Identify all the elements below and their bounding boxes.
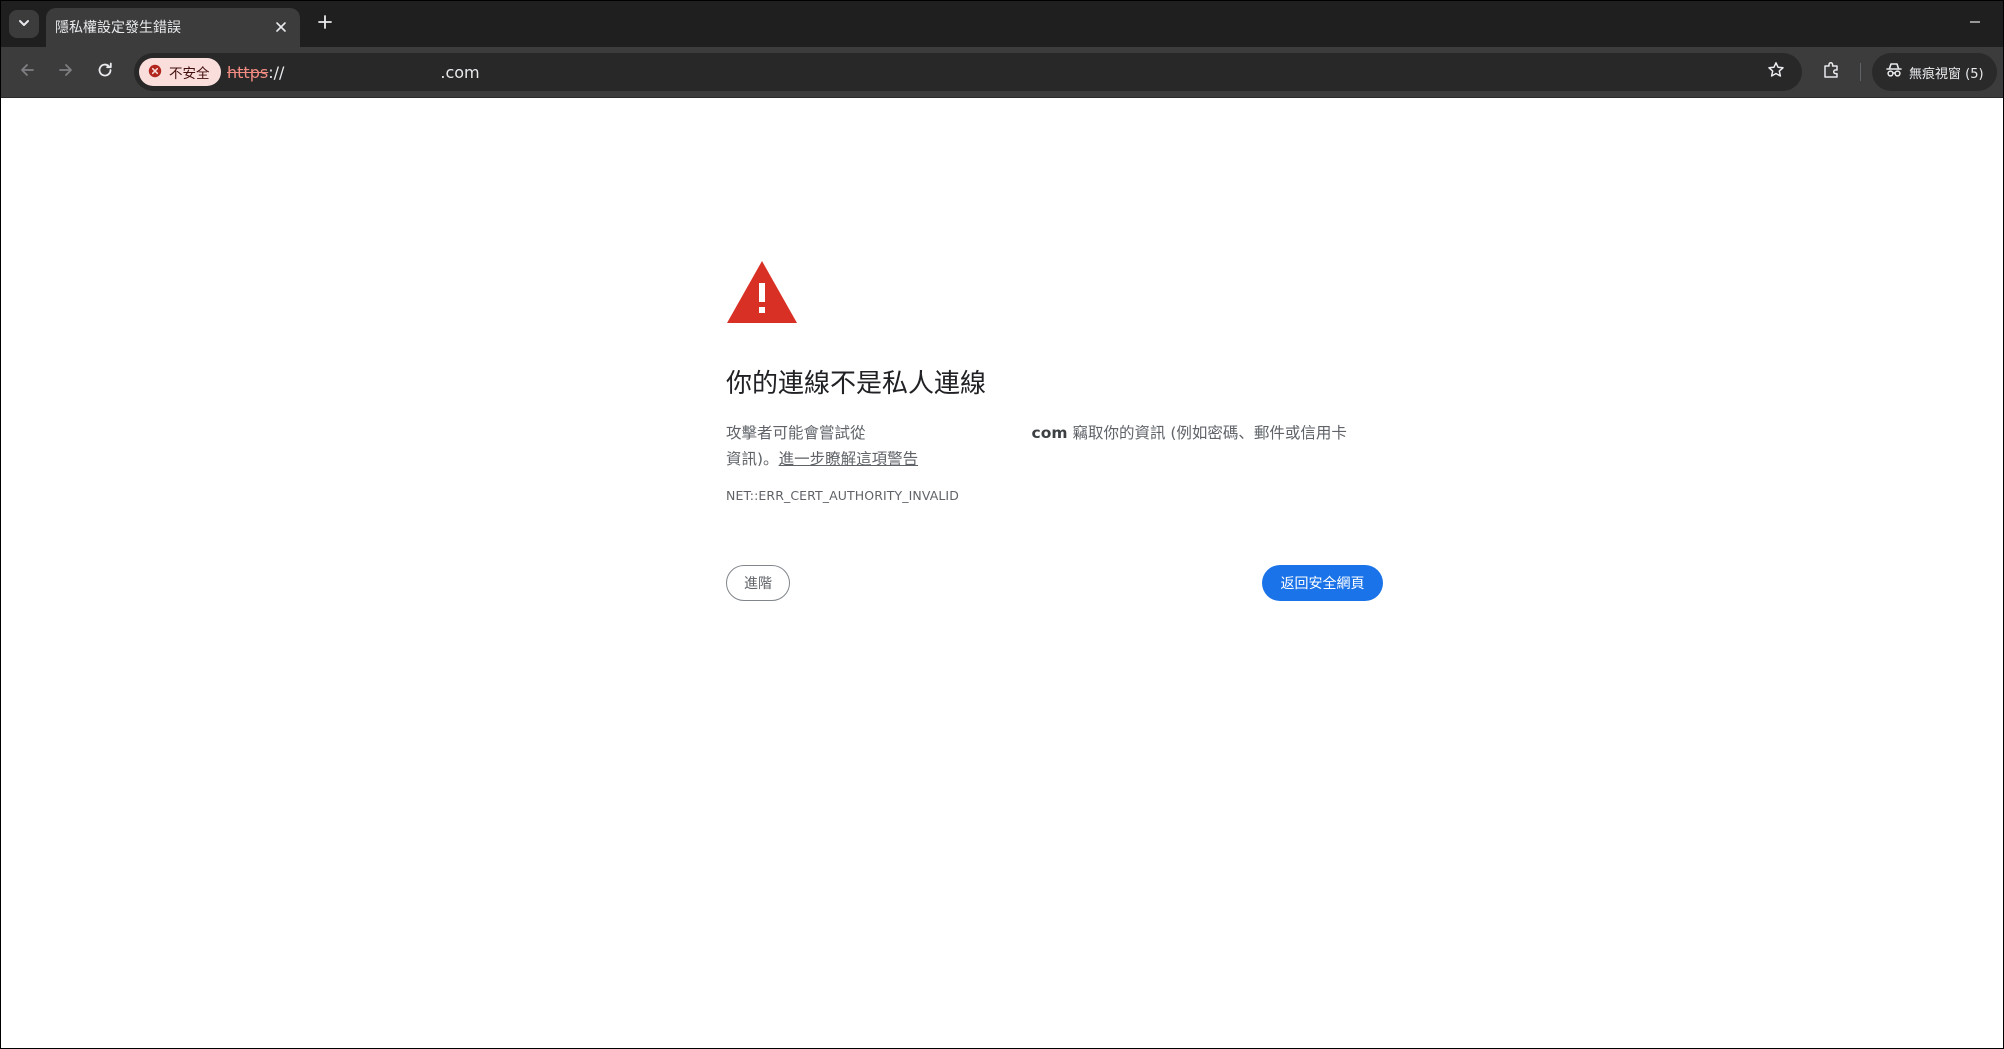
extensions-button[interactable] [1818,58,1846,86]
security-label: 不安全 [169,66,210,82]
description-line2-prefix: 資訊)。 [726,450,779,468]
description-suffix: 竊取你的資訊 (例如密碼、郵件或信用卡 [1067,424,1347,442]
tab-strip: 隱私權設定發生錯誤 [1,1,2003,47]
url-scheme: https [227,63,269,82]
description-host: com [1031,424,1068,442]
plus-icon [317,14,333,34]
incognito-icon [1885,62,1903,82]
warning-description-line2: 資訊)。進一步瞭解這項警告 [726,447,918,469]
toolbar: 不安全 https:// .com 無痕視窗 (5) [1,47,2003,98]
tab-search-button[interactable] [9,10,39,38]
learn-more-link[interactable]: 進一步瞭解這項警告 [779,450,919,468]
minimize-button[interactable] [1963,11,1987,35]
star-icon [1767,61,1785,83]
error-code: NET::ERR_CERT_AUTHORITY_INVALID [726,488,959,503]
page-title: 你的連線不是私人連線 [726,369,987,399]
address-bar[interactable]: 不安全 https:// .com [134,53,1802,91]
browser-window: 隱私權設定發生錯誤 不安全 https:// .com 無痕視窗 (5) 你的連… [1,1,2003,1048]
reload-icon [96,61,114,83]
puzzle-icon [1822,60,1842,84]
chevron-down-icon [17,15,31,34]
url-suffix: .com [440,63,480,82]
reload-button[interactable] [91,58,119,86]
warning-triangle-icon [725,259,799,329]
page-content: 你的連線不是私人連線 攻擊者可能會嘗試從 com 竊取你的資訊 (例如密碼、郵件或… [1,98,2003,1048]
url-text[interactable]: https:// .com [227,63,480,82]
tab-title: 隱私權設定發生錯誤 [55,20,181,36]
advanced-button[interactable]: 進階 [726,565,790,601]
new-tab-button[interactable] [313,12,337,36]
error-circle-icon [148,63,162,82]
minimize-icon [1968,14,1982,33]
arrow-right-icon [57,61,75,83]
close-icon[interactable] [272,18,290,36]
incognito-indicator[interactable]: 無痕視窗 (5) [1872,53,1997,91]
bookmark-button[interactable] [1764,60,1788,84]
incognito-label: 無痕視窗 (5) [1909,66,1984,82]
back-to-safety-button[interactable]: 返回安全網頁 [1262,565,1383,601]
warning-description: 攻擊者可能會嘗試從 com 竊取你的資訊 (例如密碼、郵件或信用卡 [726,421,1386,443]
toolbar-divider [1860,63,1861,81]
tab-active[interactable]: 隱私權設定發生錯誤 [46,8,300,47]
back-button[interactable] [13,58,41,86]
description-prefix: 攻擊者可能會嘗試從 [726,424,866,442]
forward-button[interactable] [52,58,80,86]
url-separator: :// [268,63,285,82]
security-chip[interactable]: 不安全 [139,58,221,86]
arrow-left-icon [18,61,36,83]
